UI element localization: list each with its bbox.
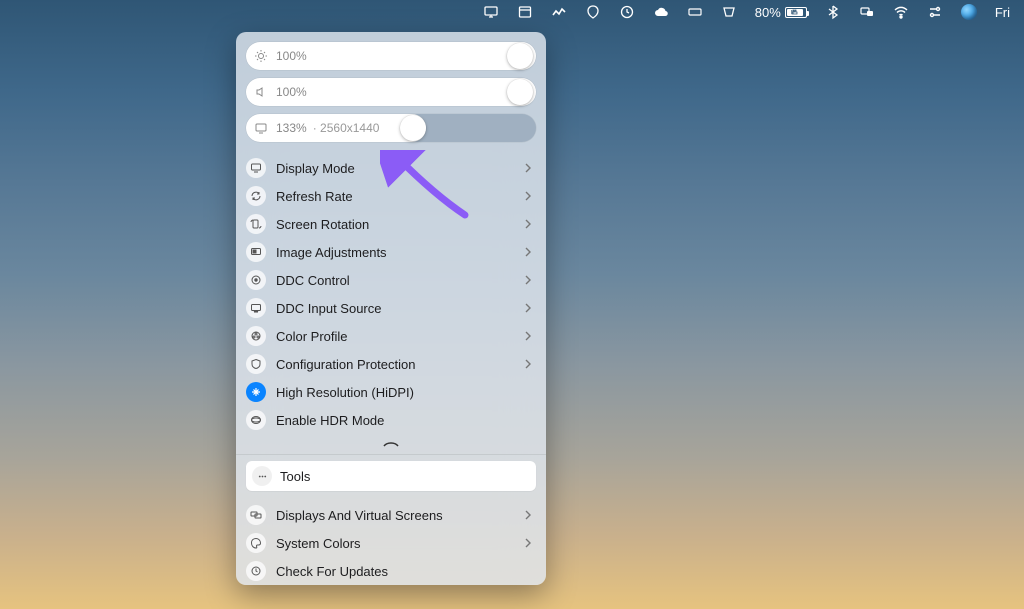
menu-item-ddc-input-source[interactable]: DDC Input Source <box>236 294 546 322</box>
tools-label: Tools <box>280 469 310 484</box>
scale-value: 133% <box>276 121 307 135</box>
menu-label: High Resolution (HiDPI) <box>276 385 532 400</box>
siri-icon[interactable] <box>961 4 977 20</box>
chevron-right-icon <box>524 245 532 260</box>
volume-icon <box>254 85 270 99</box>
chevron-right-icon <box>524 508 532 523</box>
chevron-right-icon <box>524 536 532 551</box>
chevron-right-icon <box>524 273 532 288</box>
volume-slider[interactable]: 100% <box>246 78 536 106</box>
menu-label: Refresh Rate <box>276 189 524 204</box>
display-menubar-icon[interactable] <box>483 4 499 20</box>
slider-thumb[interactable] <box>400 115 426 141</box>
collapse-toggle[interactable] <box>236 438 546 454</box>
chevron-right-icon <box>524 301 532 316</box>
displays-icon <box>246 505 266 525</box>
menu-item-check-for-updates[interactable]: Check For Updates <box>236 557 546 585</box>
menu-label: Screen Rotation <box>276 217 524 232</box>
color-profile-icon <box>246 326 266 346</box>
graph-icon[interactable] <box>551 4 567 20</box>
menu-item-image-adjustments[interactable]: Image Adjustments <box>236 238 546 266</box>
menu-label: Color Profile <box>276 329 524 344</box>
ellipsis-icon <box>252 466 272 486</box>
hdr-icon <box>246 410 266 430</box>
menu-label: Image Adjustments <box>276 245 524 260</box>
tools-menu-list: Displays And Virtual Screens System Colo… <box>236 497 546 585</box>
main-menu-list: Display Mode Refresh Rate Screen Rotatio… <box>236 150 546 438</box>
resolution-scale-slider[interactable]: 133% · 2560x1440 <box>246 114 536 142</box>
menu-label: System Colors <box>276 536 524 551</box>
shield-icon <box>246 354 266 374</box>
battery-percent-label: 80% <box>755 5 781 20</box>
chevron-right-icon <box>524 357 532 372</box>
menu-item-hdr-mode[interactable]: Enable HDR Mode <box>236 406 546 434</box>
input-source-icon <box>246 298 266 318</box>
slider-thumb[interactable] <box>507 43 533 69</box>
slider-thumb[interactable] <box>507 79 533 105</box>
menubar: 80% II Fri <box>469 0 1024 24</box>
menu-label: Enable HDR Mode <box>276 413 532 428</box>
chevron-right-icon <box>524 329 532 344</box>
chevron-right-icon <box>524 217 532 232</box>
brightness-icon <box>254 49 270 63</box>
refresh-rate-icon <box>246 186 266 206</box>
ddc-control-icon <box>246 270 266 290</box>
hidpi-icon <box>246 382 266 402</box>
scale-resolution: · 2560x1440 <box>313 121 380 135</box>
menu-item-configuration-protection[interactable]: Configuration Protection <box>236 350 546 378</box>
sync-icon[interactable] <box>619 4 635 20</box>
menu-item-displays-virtual-screens[interactable]: Displays And Virtual Screens <box>236 501 546 529</box>
menu-item-hidpi[interactable]: High Resolution (HiDPI) <box>236 378 546 406</box>
menu-label: Configuration Protection <box>276 357 524 372</box>
brightness-value: 100% <box>276 49 307 63</box>
chevron-right-icon <box>524 161 532 176</box>
menu-item-system-colors[interactable]: System Colors <box>236 529 546 557</box>
chevron-right-icon <box>524 189 532 204</box>
display-control-panel: 100% 100% 133% · 2560x1440 Display Mode … <box>236 32 546 585</box>
control-center-icon[interactable] <box>927 4 943 20</box>
menu-item-refresh-rate[interactable]: Refresh Rate <box>236 182 546 210</box>
brightness-slider[interactable]: 100% <box>246 42 536 70</box>
menu-label: Display Mode <box>276 161 524 176</box>
display-arrangement-icon[interactable] <box>859 4 875 20</box>
menu-item-display-mode[interactable]: Display Mode <box>236 154 546 182</box>
menu-label: DDC Control <box>276 273 524 288</box>
bluetooth-icon[interactable] <box>825 4 841 20</box>
menu-label: Displays And Virtual Screens <box>276 508 524 523</box>
keyboard-icon[interactable] <box>687 4 703 20</box>
cloud-icon[interactable] <box>653 4 669 20</box>
rotation-icon <box>246 214 266 234</box>
date-label[interactable]: Fri <box>995 5 1010 20</box>
menu-item-color-profile[interactable]: Color Profile <box>236 322 546 350</box>
calendar-icon[interactable] <box>517 4 533 20</box>
battery-icon: II <box>785 7 807 18</box>
menu-item-screen-rotation[interactable]: Screen Rotation <box>236 210 546 238</box>
wifi-icon[interactable] <box>893 4 909 20</box>
menu-item-ddc-control[interactable]: DDC Control <box>236 266 546 294</box>
menu-label: DDC Input Source <box>276 301 524 316</box>
vpn-icon[interactable] <box>585 4 601 20</box>
updates-icon <box>246 561 266 581</box>
battery-status[interactable]: 80% II <box>755 5 807 20</box>
menu-label: Check For Updates <box>276 564 532 579</box>
monitor-icon <box>254 121 270 135</box>
tools-section-header[interactable]: Tools <box>246 461 536 491</box>
display-mode-icon <box>246 158 266 178</box>
airdrop-icon[interactable] <box>721 4 737 20</box>
system-colors-icon <box>246 533 266 553</box>
volume-value: 100% <box>276 85 307 99</box>
adjustments-icon <box>246 242 266 262</box>
